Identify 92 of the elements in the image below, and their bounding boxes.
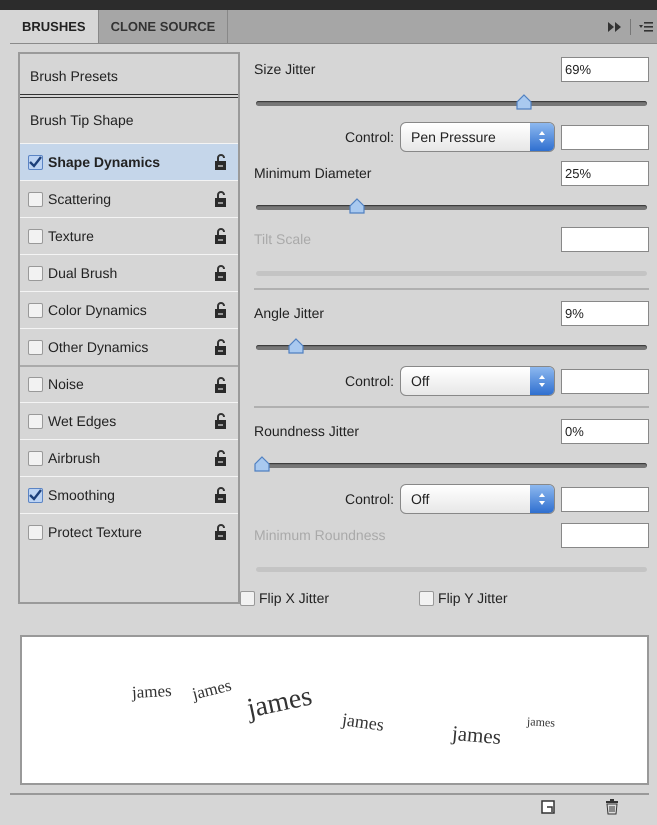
item-label: Other Dynamics bbox=[48, 338, 150, 357]
slider-thumb[interactable] bbox=[516, 92, 532, 110]
lock-icon[interactable] bbox=[214, 154, 228, 170]
value-field[interactable] bbox=[561, 124, 649, 150]
stamp-text: james bbox=[340, 708, 386, 737]
lock-icon[interactable] bbox=[214, 191, 228, 207]
setting-label: Angle Jitter bbox=[254, 304, 324, 323]
sidebar-item[interactable]: Protect Texture bbox=[20, 513, 238, 550]
item-label: Protect Texture bbox=[48, 522, 143, 542]
slider-thumb[interactable] bbox=[348, 196, 365, 214]
slider[interactable] bbox=[254, 196, 649, 216]
checkbox[interactable] bbox=[28, 266, 43, 280]
lock-icon[interactable] bbox=[214, 376, 228, 392]
sidebar-item[interactable]: Noise bbox=[20, 365, 238, 402]
control-dropdown[interactable]: Off bbox=[400, 484, 555, 514]
control-label: Control: bbox=[344, 128, 394, 146]
item-label: Noise bbox=[48, 375, 85, 394]
control-dropdown[interactable]: Off bbox=[400, 366, 555, 396]
lock-icon[interactable] bbox=[214, 339, 228, 355]
checkbox-label: Flip Y Jitter bbox=[438, 589, 508, 608]
lock-icon[interactable] bbox=[214, 450, 228, 466]
checkbox[interactable] bbox=[28, 154, 43, 170]
checkbox[interactable] bbox=[28, 488, 43, 502]
checkbox[interactable] bbox=[419, 591, 434, 606]
checkbox[interactable] bbox=[28, 450, 43, 466]
lock-icon[interactable] bbox=[214, 265, 228, 281]
setting-label: Roundness Jitter bbox=[254, 422, 360, 440]
item-label: Color Dynamics bbox=[48, 300, 148, 320]
checkbox[interactable] bbox=[28, 302, 43, 318]
value-field[interactable]: 69% bbox=[561, 56, 649, 82]
sidebar-item[interactable]: Brush Presets bbox=[20, 54, 238, 98]
panel-tab[interactable]: CLONE SOURCE bbox=[98, 10, 228, 43]
sidebar-item[interactable]: Other Dynamics bbox=[20, 328, 238, 365]
stamp-text: james bbox=[190, 674, 234, 706]
setting-label: Minimum Diameter bbox=[254, 164, 372, 182]
sidebar-item[interactable]: Shape Dynamics bbox=[20, 143, 238, 180]
slider[interactable] bbox=[254, 454, 649, 474]
checkbox-label: Flip X Jitter bbox=[259, 589, 330, 608]
slider-thumb[interactable] bbox=[288, 336, 304, 354]
stamp-text: james bbox=[131, 680, 172, 704]
item-label: Scattering bbox=[48, 190, 112, 209]
sidebar-item[interactable]: Scattering bbox=[20, 180, 238, 217]
lock-icon[interactable] bbox=[214, 413, 228, 429]
trash-icon[interactable] bbox=[605, 799, 619, 815]
value-field[interactable] bbox=[561, 486, 649, 512]
panel-tab[interactable]: BRUSHES bbox=[10, 10, 99, 43]
item-label: Airbrush bbox=[48, 448, 102, 468]
checkbox[interactable] bbox=[28, 340, 43, 354]
item-label: Smoothing bbox=[48, 486, 116, 505]
checkbox[interactable] bbox=[28, 228, 43, 244]
item-label: Texture bbox=[48, 226, 95, 246]
sidebar-item[interactable]: Dual Brush bbox=[20, 254, 238, 291]
control-label: Control: bbox=[344, 490, 394, 508]
sidebar-item[interactable]: Smoothing bbox=[20, 476, 238, 513]
sidebar-item[interactable]: Airbrush bbox=[20, 439, 238, 476]
stepper-icon bbox=[538, 492, 546, 506]
sidebar-item[interactable]: Brush Tip Shape bbox=[20, 98, 238, 143]
lock-icon[interactable] bbox=[214, 228, 228, 244]
sidebar-item[interactable]: Color Dynamics bbox=[20, 291, 238, 328]
expand-icon[interactable] bbox=[608, 22, 622, 32]
slider[interactable] bbox=[254, 336, 649, 356]
lock-icon[interactable] bbox=[214, 487, 228, 503]
value-field[interactable] bbox=[561, 522, 649, 548]
value-field[interactable] bbox=[561, 368, 649, 394]
control-dropdown[interactable]: Pen Pressure bbox=[400, 122, 555, 152]
value-field[interactable]: 25% bbox=[561, 160, 649, 186]
value-field[interactable]: 0% bbox=[561, 418, 649, 444]
checkbox[interactable] bbox=[28, 192, 43, 206]
checkbox[interactable] bbox=[28, 414, 43, 428]
slider-thumb[interactable] bbox=[254, 454, 270, 472]
new-brush-icon[interactable] bbox=[541, 800, 555, 814]
checkbox[interactable] bbox=[28, 524, 43, 540]
item-label: Dual Brush bbox=[48, 264, 118, 282]
checkbox[interactable] bbox=[240, 591, 255, 606]
slider[interactable] bbox=[254, 92, 649, 112]
setting-label: Size Jitter bbox=[254, 60, 316, 78]
item-label: Wet Edges bbox=[48, 412, 118, 431]
item-label: Shape Dynamics bbox=[48, 152, 162, 172]
stamp-text: james bbox=[450, 720, 502, 752]
lock-icon[interactable] bbox=[214, 524, 228, 540]
value-field[interactable]: 9% bbox=[561, 300, 649, 326]
sidebar-item[interactable]: Wet Edges bbox=[20, 402, 238, 439]
menu-icon[interactable] bbox=[639, 20, 653, 32]
value-field[interactable] bbox=[561, 226, 649, 252]
stamp-text: james bbox=[243, 680, 316, 726]
lock-icon[interactable] bbox=[214, 302, 228, 318]
stepper-icon bbox=[538, 374, 546, 388]
sidebar-item[interactable]: Texture bbox=[20, 217, 238, 254]
checkbox[interactable] bbox=[28, 377, 43, 392]
stepper-icon bbox=[538, 130, 546, 144]
control-label: Control: bbox=[344, 372, 394, 390]
stamp-text: james bbox=[526, 713, 556, 732]
